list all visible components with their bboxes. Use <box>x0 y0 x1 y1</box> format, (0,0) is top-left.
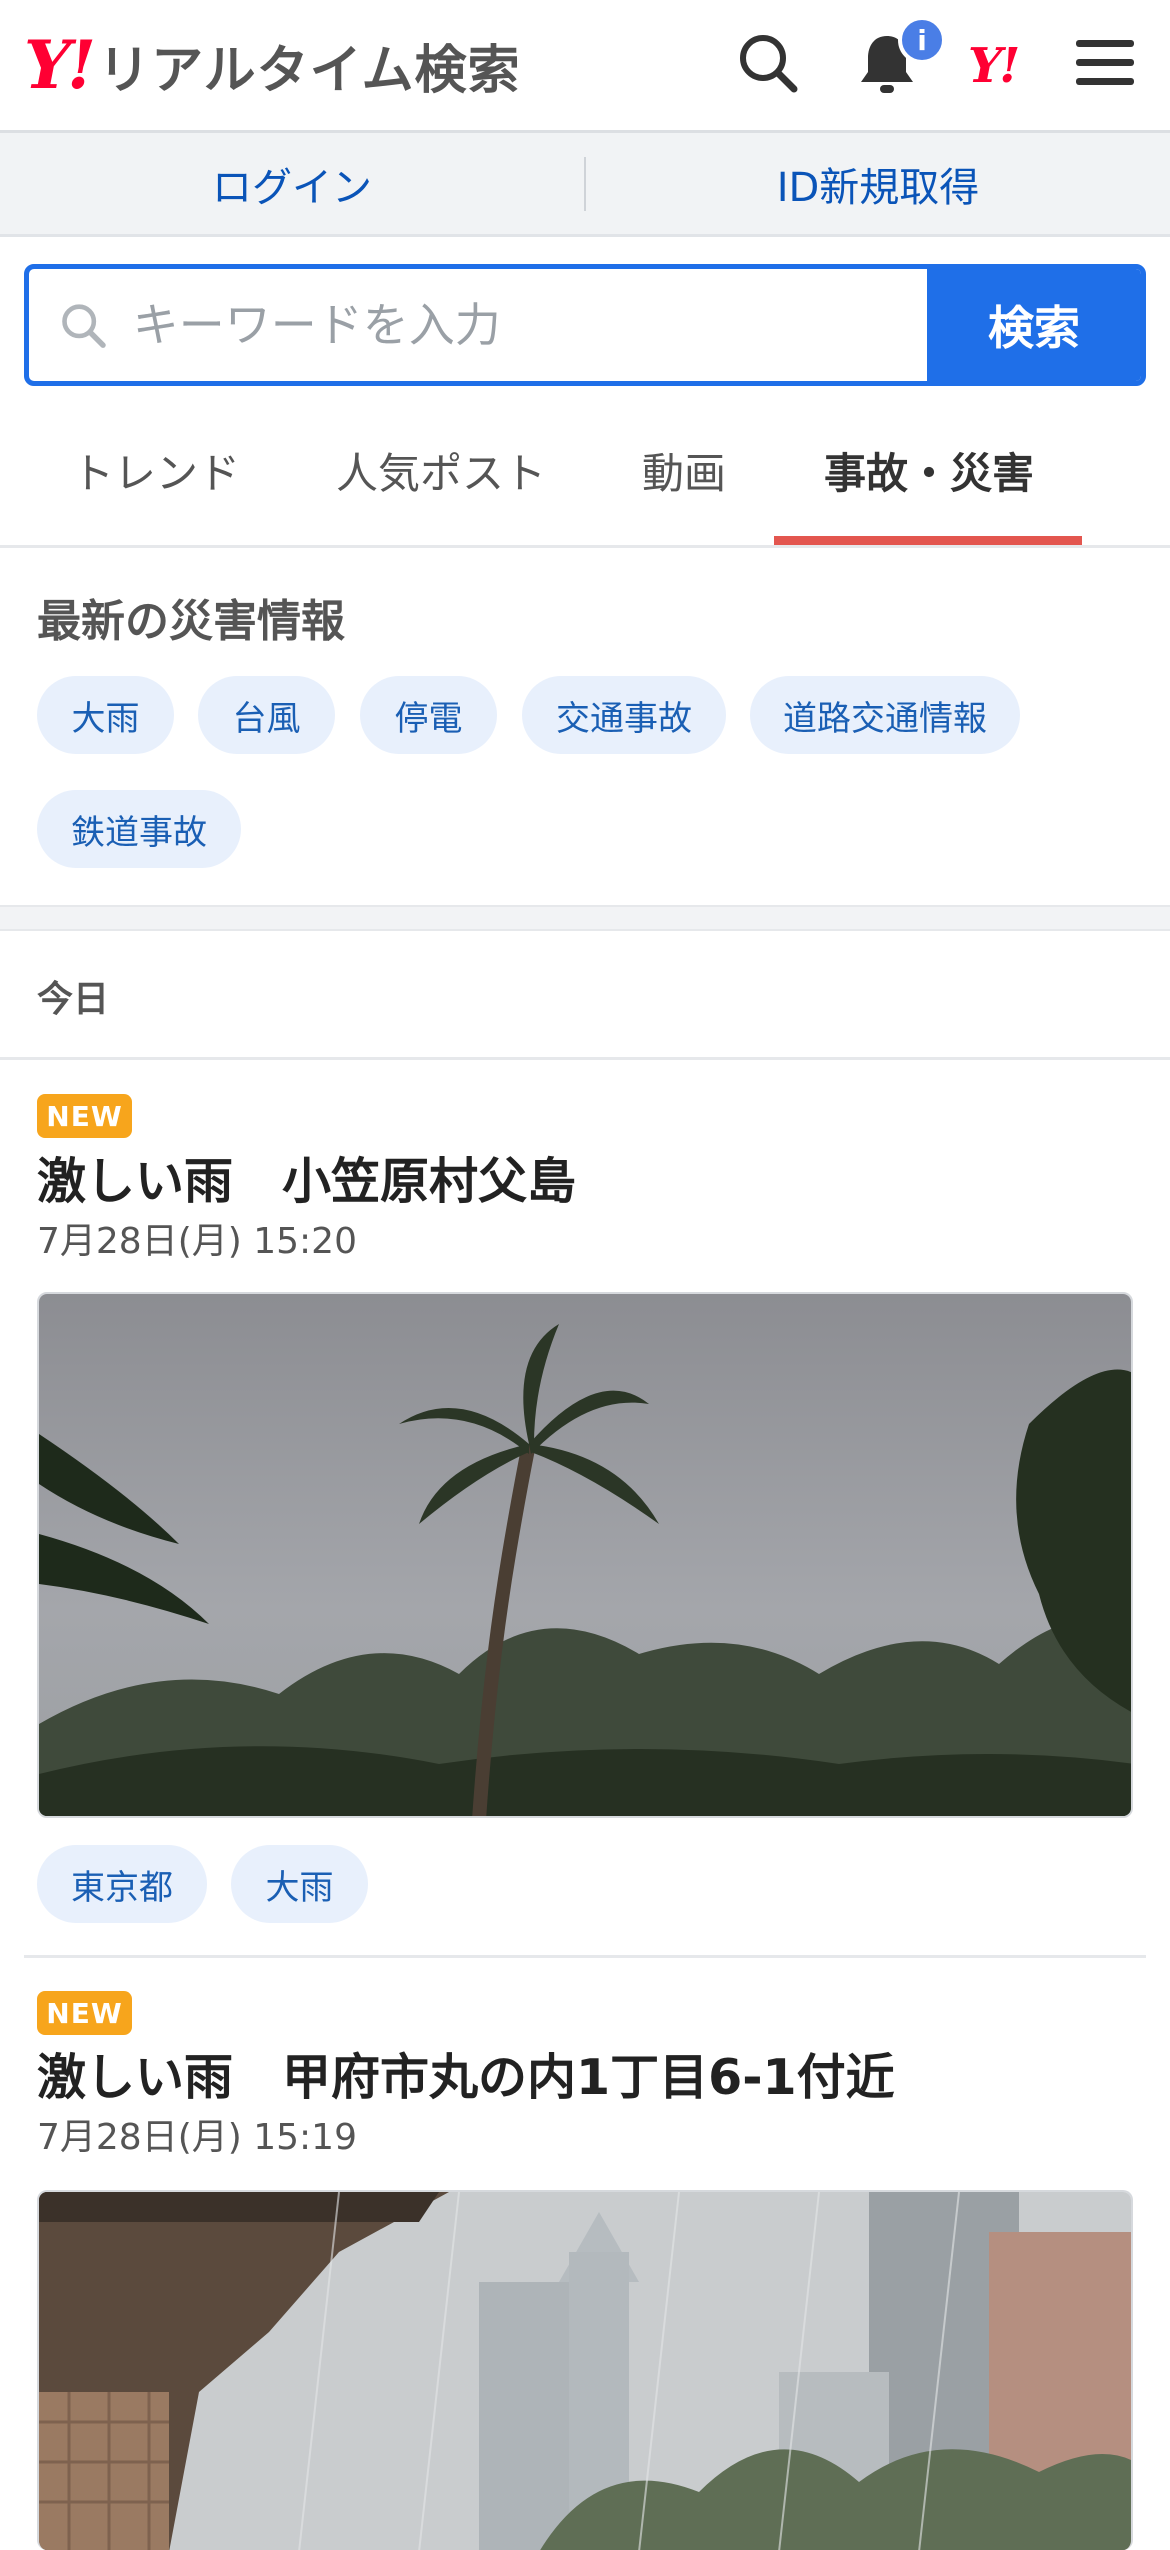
post-timestamp: 7月28日(月) 15:20 <box>37 1221 357 1262</box>
search-input[interactable] <box>130 297 927 353</box>
search-icon[interactable] <box>733 28 803 98</box>
date-group-label: 今日 <box>37 979 110 1020</box>
search-box: 検索 <box>24 264 1146 386</box>
chip-railway-accident[interactable]: 鉄道事故 <box>37 790 241 868</box>
post-tag-heavy-rain[interactable]: 大雨 <box>231 1845 368 1923</box>
date-group-divider <box>0 1057 1170 1060</box>
account-bar: ログイン ID新規取得 <box>0 133 1170 237</box>
notification-badge[interactable]: i <box>898 16 946 64</box>
category-tabs: トレンド 人気ポスト 動画 事故・災害 <box>0 400 1170 548</box>
post-title[interactable]: 激しい雨 甲府市丸の内1丁目6-1付近 <box>37 2038 895 2109</box>
tab-video[interactable]: 動画 <box>642 440 726 501</box>
chip-typhoon[interactable]: 台風 <box>198 676 335 754</box>
register-link[interactable]: ID新規取得 <box>586 155 1170 213</box>
search-field-icon <box>62 304 106 348</box>
active-tab-indicator <box>774 536 1082 545</box>
chip-traffic-accident[interactable]: 交通事故 <box>522 676 726 754</box>
search-button[interactable]: 検索 <box>927 269 1141 381</box>
new-badge: NEW <box>37 1991 132 2035</box>
chip-power-outage[interactable]: 停電 <box>360 676 497 754</box>
post-divider <box>24 1955 1146 1958</box>
logo-text: リアルタイム検索 <box>98 40 521 101</box>
new-badge: NEW <box>37 1094 132 1138</box>
tab-accident-disaster[interactable]: 事故・災害 <box>824 440 1034 501</box>
hamburger-menu-icon[interactable] <box>1070 28 1140 98</box>
chip-road-traffic-info[interactable]: 道路交通情報 <box>750 676 1020 754</box>
tab-trend[interactable]: トレンド <box>72 440 240 501</box>
post-image-storm[interactable] <box>37 1292 1133 1818</box>
yahoo-top-link-icon[interactable]: Y! <box>968 38 1020 94</box>
section-divider <box>0 905 1170 931</box>
tab-popular-posts[interactable]: 人気ポスト <box>336 440 546 501</box>
post-title[interactable]: 激しい雨 小笠原村父島 <box>37 1142 576 1213</box>
post-image-city-rain[interactable] <box>37 2190 1133 2550</box>
app-header: Y! リアルタイム検索 i Y! <box>0 0 1170 133</box>
chip-heavy-rain[interactable]: 大雨 <box>37 676 174 754</box>
post-tag-tokyo[interactable]: 東京都 <box>37 1845 207 1923</box>
disaster-info-title: 最新の災害情報 <box>37 596 345 647</box>
search-field[interactable] <box>29 269 927 381</box>
post-timestamp: 7月28日(月) 15:19 <box>37 2117 357 2158</box>
yahoo-realtime-logo[interactable]: Y! リアルタイム検索 <box>24 26 521 104</box>
yahoo-logo-mark: Y! <box>24 26 96 104</box>
login-link[interactable]: ログイン <box>0 155 584 213</box>
